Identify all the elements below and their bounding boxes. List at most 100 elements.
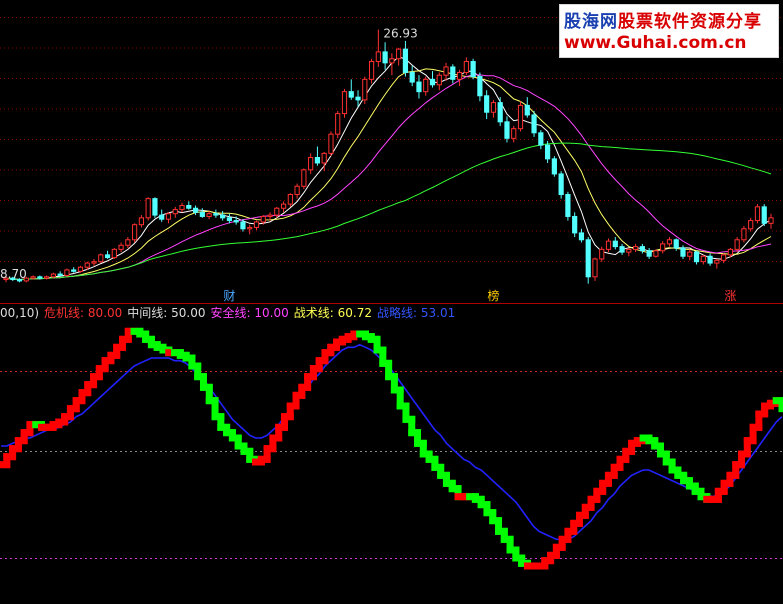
candle-down[interactable] bbox=[538, 132, 544, 146]
candle-up[interactable] bbox=[653, 250, 659, 257]
candle-down[interactable] bbox=[558, 173, 564, 196]
candle-up[interactable] bbox=[50, 273, 56, 278]
candle-down[interactable] bbox=[504, 121, 510, 139]
candle-up[interactable] bbox=[727, 248, 733, 256]
candle-up[interactable] bbox=[206, 213, 212, 217]
candle-up[interactable] bbox=[660, 243, 666, 252]
candle-up[interactable] bbox=[172, 209, 178, 215]
candle-up[interactable] bbox=[490, 102, 497, 113]
candle-down[interactable] bbox=[693, 251, 700, 263]
candle-up[interactable] bbox=[666, 239, 673, 245]
candle-up[interactable] bbox=[64, 269, 70, 276]
candle-up[interactable] bbox=[267, 214, 273, 217]
candle-up[interactable] bbox=[179, 204, 185, 211]
candle-up[interactable] bbox=[396, 48, 402, 60]
stock-chart[interactable]: 26.93 8.70 财 榜 涨 bbox=[0, 0, 783, 604]
candle-up[interactable] bbox=[700, 255, 706, 263]
candle-down[interactable] bbox=[348, 91, 354, 98]
candle-up[interactable] bbox=[375, 51, 381, 62]
candle-up[interactable] bbox=[362, 78, 368, 101]
candle-down[interactable] bbox=[220, 214, 226, 219]
candle-down[interactable] bbox=[192, 207, 199, 213]
candle-up[interactable] bbox=[517, 104, 524, 130]
candle-down[interactable] bbox=[199, 211, 205, 217]
candle-up[interactable] bbox=[592, 258, 598, 278]
candle-down[interactable] bbox=[612, 240, 618, 248]
candle-down[interactable] bbox=[585, 239, 591, 278]
candle-down[interactable] bbox=[402, 48, 409, 73]
candle-up[interactable] bbox=[145, 198, 151, 219]
candle-up[interactable] bbox=[308, 156, 314, 171]
candle-down[interactable] bbox=[572, 215, 578, 234]
candle-up[interactable] bbox=[84, 262, 90, 268]
candle-up[interactable] bbox=[274, 207, 280, 216]
candle-down[interactable] bbox=[416, 81, 422, 93]
candle-up[interactable] bbox=[91, 261, 97, 264]
candle-up[interactable] bbox=[768, 217, 774, 224]
candle-up[interactable] bbox=[44, 276, 50, 279]
candle-down[interactable] bbox=[673, 239, 679, 249]
candle-up[interactable] bbox=[301, 169, 307, 187]
candle-up[interactable] bbox=[321, 152, 327, 164]
candle-up[interactable] bbox=[98, 254, 104, 263]
candle-up[interactable] bbox=[77, 266, 84, 272]
candle-up[interactable] bbox=[368, 60, 375, 80]
candle-down[interactable] bbox=[382, 51, 388, 64]
event-marker[interactable]: 涨 bbox=[724, 288, 736, 303]
candle-up[interactable] bbox=[253, 221, 260, 228]
candle-up[interactable] bbox=[734, 239, 740, 250]
candle-up[interactable] bbox=[132, 224, 138, 241]
candle-up[interactable] bbox=[748, 220, 754, 230]
candle-down[interactable] bbox=[680, 247, 686, 257]
candle-down[interactable] bbox=[152, 198, 158, 216]
candle-down[interactable] bbox=[213, 213, 219, 216]
candle-down[interactable] bbox=[578, 232, 585, 241]
candle-down[interactable] bbox=[524, 104, 530, 116]
candle-up[interactable] bbox=[714, 259, 720, 264]
candle-down[interactable] bbox=[104, 254, 111, 259]
candle-up[interactable] bbox=[423, 78, 429, 93]
candle-down[interactable] bbox=[355, 96, 361, 101]
candle-up[interactable] bbox=[341, 91, 348, 115]
candle-down[interactable] bbox=[531, 114, 537, 134]
candle-down[interactable] bbox=[619, 246, 625, 253]
candle-down[interactable] bbox=[551, 158, 557, 175]
candle-down[interactable] bbox=[484, 95, 490, 113]
candle-down[interactable] bbox=[186, 204, 192, 209]
candle-up[interactable] bbox=[111, 248, 117, 259]
candle-down[interactable] bbox=[477, 76, 483, 97]
event-marker[interactable]: 榜 bbox=[487, 288, 499, 303]
candle-up[interactable] bbox=[605, 240, 612, 250]
event-marker[interactable]: 财 bbox=[223, 289, 235, 303]
candle-down[interactable] bbox=[639, 246, 645, 252]
candle-down[interactable] bbox=[159, 214, 165, 220]
candle-up[interactable] bbox=[118, 244, 124, 250]
candle-up[interactable] bbox=[626, 248, 632, 253]
candle-down[interactable] bbox=[240, 221, 246, 230]
candle-up[interactable] bbox=[125, 239, 131, 246]
candle-up[interactable] bbox=[335, 113, 341, 135]
candle-down[interactable] bbox=[497, 102, 503, 123]
candle-up[interactable] bbox=[599, 248, 605, 260]
candle-up[interactable] bbox=[260, 215, 266, 223]
candle-up[interactable] bbox=[247, 226, 253, 230]
candle-down[interactable] bbox=[71, 269, 77, 272]
candle-up[interactable] bbox=[138, 217, 144, 226]
candle-down[interactable] bbox=[37, 276, 43, 279]
candle-down[interactable] bbox=[233, 220, 239, 223]
candle-up[interactable] bbox=[389, 58, 395, 64]
candle-down[interactable] bbox=[450, 66, 456, 80]
candle-down[interactable] bbox=[314, 156, 321, 164]
candle-down[interactable] bbox=[226, 217, 233, 222]
candle-down[interactable] bbox=[470, 60, 476, 78]
candle-down[interactable] bbox=[57, 273, 63, 276]
candle-up[interactable] bbox=[463, 60, 469, 73]
candle-up[interactable] bbox=[294, 185, 300, 196]
candle-up[interactable] bbox=[741, 228, 747, 241]
candle-up[interactable] bbox=[165, 213, 172, 220]
candle-down[interactable] bbox=[544, 144, 551, 160]
candle-up[interactable] bbox=[443, 66, 449, 76]
candle-down[interactable] bbox=[761, 206, 767, 224]
candle-up[interactable] bbox=[456, 71, 463, 80]
candle-up[interactable] bbox=[280, 203, 287, 209]
